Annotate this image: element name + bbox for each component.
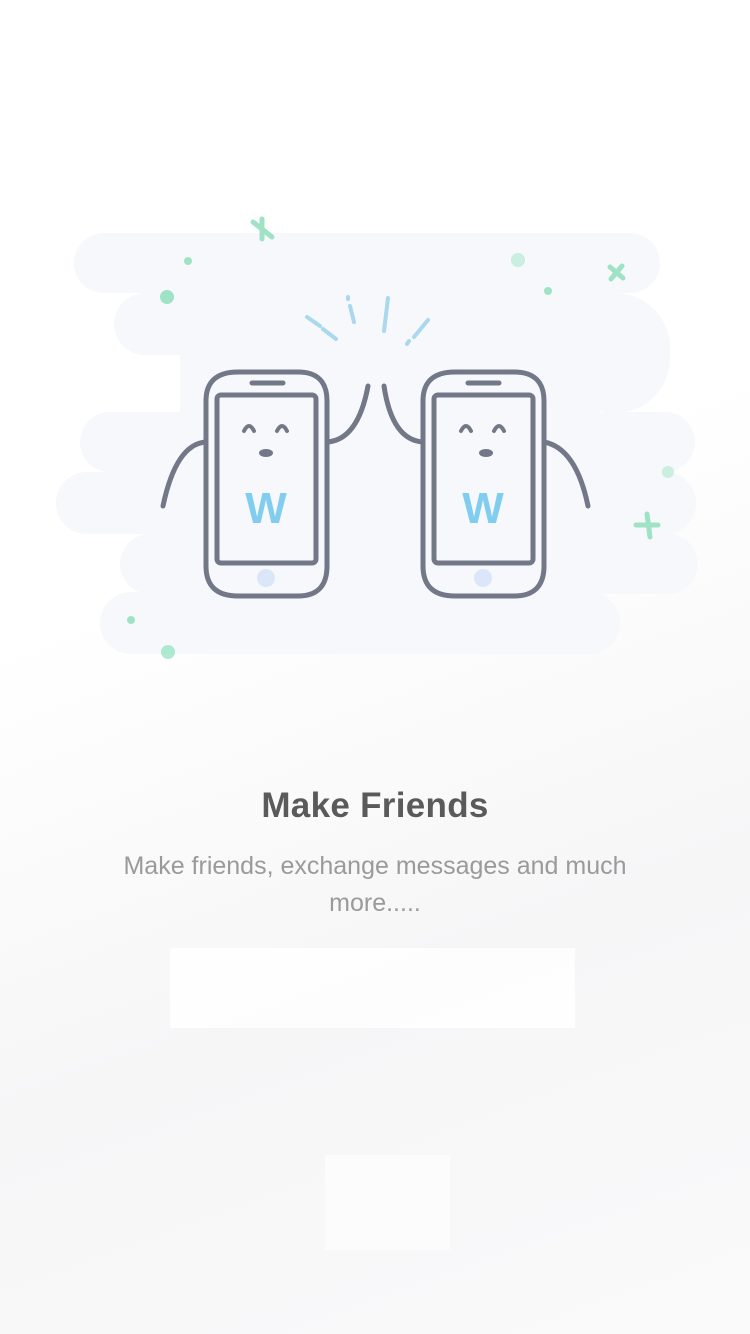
faded-action-area xyxy=(170,948,575,1028)
cloud-background xyxy=(56,233,698,654)
svg-text:W: W xyxy=(245,484,287,533)
faded-action-area-secondary xyxy=(325,1155,450,1250)
onboarding-title: Make Friends xyxy=(261,786,489,825)
onboarding-illustration: W W xyxy=(56,216,698,659)
onboarding-subtitle: Make friends, exchange messages and much… xyxy=(123,852,627,917)
svg-text:W: W xyxy=(462,484,504,533)
